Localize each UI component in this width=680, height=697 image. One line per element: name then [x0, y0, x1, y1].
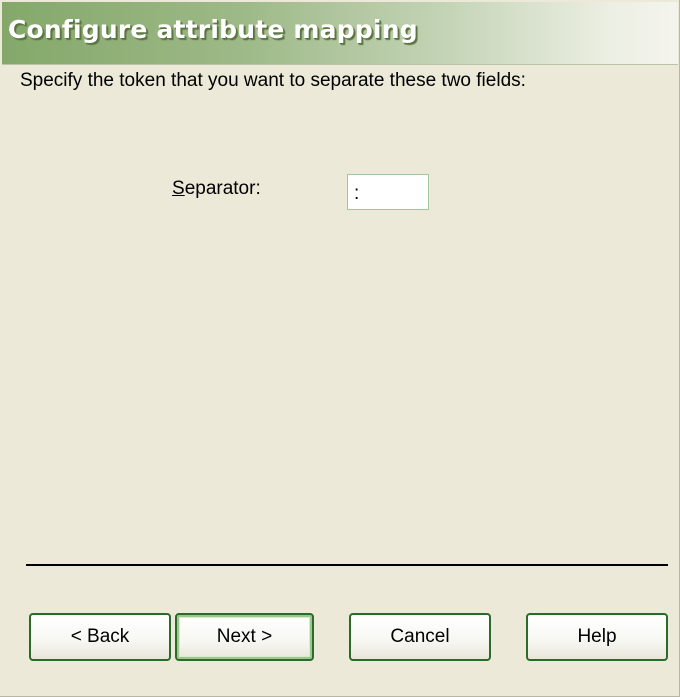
- button-divider: [26, 564, 668, 566]
- cancel-button[interactable]: Cancel: [349, 613, 491, 661]
- instruction-text: Specify the token that you want to separ…: [20, 70, 526, 91]
- back-button[interactable]: < Back: [29, 613, 171, 661]
- separator-label: Separator:: [172, 178, 261, 200]
- next-button[interactable]: Next >: [175, 613, 314, 661]
- dialog-window: Configure attribute mapping Specify the …: [0, 0, 680, 697]
- separator-input[interactable]: [347, 174, 429, 210]
- separator-label-mnemonic: S: [172, 178, 185, 199]
- dialog-title: Configure attribute mapping: [8, 15, 418, 44]
- help-button[interactable]: Help: [526, 613, 668, 661]
- separator-label-text: eparator:: [184, 178, 261, 199]
- title-bar: Configure attribute mapping: [2, 2, 678, 65]
